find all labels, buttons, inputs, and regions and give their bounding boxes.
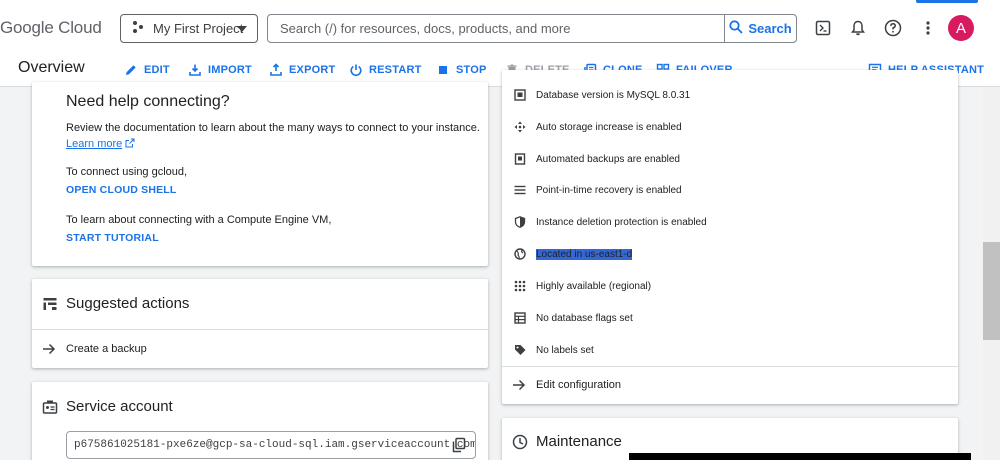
import-icon bbox=[189, 64, 201, 76]
arrow-right-icon bbox=[513, 379, 526, 391]
config-item-pitr: Point-in-time recovery is enabled bbox=[514, 182, 682, 198]
create-backup-label: Create a backup bbox=[66, 343, 147, 355]
help-connecting-title: Need help connecting? bbox=[66, 93, 230, 110]
shield-icon bbox=[514, 216, 526, 228]
logo-google-text: Google bbox=[0, 18, 54, 37]
config-item-label: Database version is MySQL 8.0.31 bbox=[536, 89, 691, 101]
project-selector[interactable]: My First Project bbox=[120, 14, 258, 43]
expand-arrows-icon bbox=[514, 121, 526, 133]
service-account-icon bbox=[42, 399, 58, 420]
grid-dots-icon bbox=[514, 280, 526, 292]
bell-icon[interactable] bbox=[847, 17, 869, 39]
config-item-high-availability: Highly available (regional) bbox=[514, 278, 651, 294]
config-item-auto-storage: Auto storage increase is enabled bbox=[514, 119, 682, 135]
top-accent-bar bbox=[916, 0, 978, 3]
gcloud-text: To connect using gcloud, bbox=[66, 166, 188, 178]
top-bar: Google Cloud My First Project Search A bbox=[0, 0, 1000, 56]
restart-button[interactable]: RESTART bbox=[349, 61, 422, 79]
review-docs-text: Review the documentation to learn about … bbox=[66, 122, 480, 134]
config-item-db-version: Database version is MySQL 8.0.31 bbox=[514, 87, 690, 103]
power-icon bbox=[350, 64, 362, 77]
config-item-label: No labels set bbox=[536, 344, 594, 356]
project-dots-icon bbox=[131, 20, 147, 37]
table-icon bbox=[514, 312, 526, 324]
list-lines-icon bbox=[514, 184, 526, 196]
config-item-label: Highly available (regional) bbox=[536, 280, 652, 292]
import-button[interactable]: IMPORT bbox=[188, 61, 252, 79]
globe-icon bbox=[514, 248, 526, 260]
start-tutorial-link[interactable]: START TUTORIAL bbox=[66, 232, 159, 244]
logo-cloud-text: Cloud bbox=[58, 18, 102, 37]
divider bbox=[502, 366, 958, 367]
search-button-label: Search bbox=[748, 21, 792, 36]
edit-configuration-label: Edit configuration bbox=[536, 379, 621, 391]
compute-vm-text: To learn about connecting with a Compute… bbox=[66, 214, 332, 226]
open-cloud-shell-link[interactable]: OPEN CLOUD SHELL bbox=[66, 184, 177, 196]
external-link-icon bbox=[125, 138, 135, 148]
backup-icon bbox=[514, 153, 526, 165]
edit-button-label: EDIT bbox=[144, 64, 170, 76]
search-button[interactable]: Search bbox=[724, 14, 797, 43]
suggested-actions-title: Suggested actions bbox=[66, 295, 190, 312]
import-button-label: IMPORT bbox=[208, 64, 252, 76]
export-button-label: EXPORT bbox=[289, 64, 336, 76]
copy-icon[interactable] bbox=[452, 437, 468, 453]
stop-icon bbox=[439, 66, 447, 74]
project-name: My First Project bbox=[153, 21, 244, 36]
google-cloud-logo[interactable]: Google Cloud bbox=[0, 18, 102, 38]
config-item-location: Located in us-east1-d bbox=[514, 246, 633, 262]
stop-button-label: STOP bbox=[456, 64, 487, 76]
config-item-db-flags: No database flags set bbox=[514, 310, 633, 326]
config-item-label: Auto storage increase is enabled bbox=[536, 121, 682, 133]
learn-more-link[interactable]: Learn more bbox=[66, 138, 135, 150]
maintenance-title: Maintenance bbox=[536, 433, 622, 450]
help-icon[interactable] bbox=[882, 17, 904, 39]
create-backup-action[interactable]: Create a backup bbox=[42, 340, 472, 358]
config-item-label: Located in us-east1-d bbox=[536, 248, 633, 260]
redaction-bar bbox=[629, 453, 971, 460]
edit-configuration-action[interactable]: Edit configuration bbox=[512, 376, 942, 394]
config-item-deletion-protection: Instance deletion protection is enabled bbox=[514, 214, 707, 230]
stop-button[interactable]: STOP bbox=[436, 61, 487, 79]
maintenance-clock-icon bbox=[512, 434, 528, 455]
config-item-backups: Automated backups are enabled bbox=[514, 151, 680, 167]
avatar[interactable]: A bbox=[948, 15, 974, 41]
arrow-right-icon bbox=[43, 343, 56, 355]
search-icon bbox=[729, 20, 743, 37]
divider bbox=[32, 329, 488, 330]
restart-button-label: RESTART bbox=[369, 64, 422, 76]
service-account-title: Service account bbox=[66, 398, 173, 415]
config-item-label: Automated backups are enabled bbox=[536, 153, 680, 165]
learn-more-label: Learn more bbox=[66, 138, 123, 150]
label-tag-icon bbox=[514, 344, 526, 356]
search-input[interactable] bbox=[267, 14, 725, 43]
more-vert-icon[interactable] bbox=[917, 17, 939, 39]
scrollbar-thumb[interactable] bbox=[983, 242, 1000, 340]
pencil-icon bbox=[126, 65, 136, 75]
config-item-label: Point-in-time recovery is enabled bbox=[536, 184, 682, 196]
edit-button[interactable]: EDIT bbox=[124, 61, 170, 79]
suggested-actions-icon bbox=[42, 296, 58, 317]
export-icon bbox=[270, 63, 282, 76]
page-title: Overview bbox=[18, 59, 85, 76]
caret-down-icon bbox=[237, 26, 247, 32]
cloud-shell-icon[interactable] bbox=[812, 17, 834, 39]
service-account-field[interactable]: p675861025181-pxe6ze@gcp-sa-cloud-sql.ia… bbox=[66, 431, 476, 459]
config-item-labels: No labels set bbox=[514, 342, 594, 358]
database-icon bbox=[514, 89, 526, 101]
export-button[interactable]: EXPORT bbox=[269, 61, 335, 79]
config-item-label: No database flags set bbox=[536, 312, 633, 324]
config-item-label: Instance deletion protection is enabled bbox=[536, 216, 707, 228]
